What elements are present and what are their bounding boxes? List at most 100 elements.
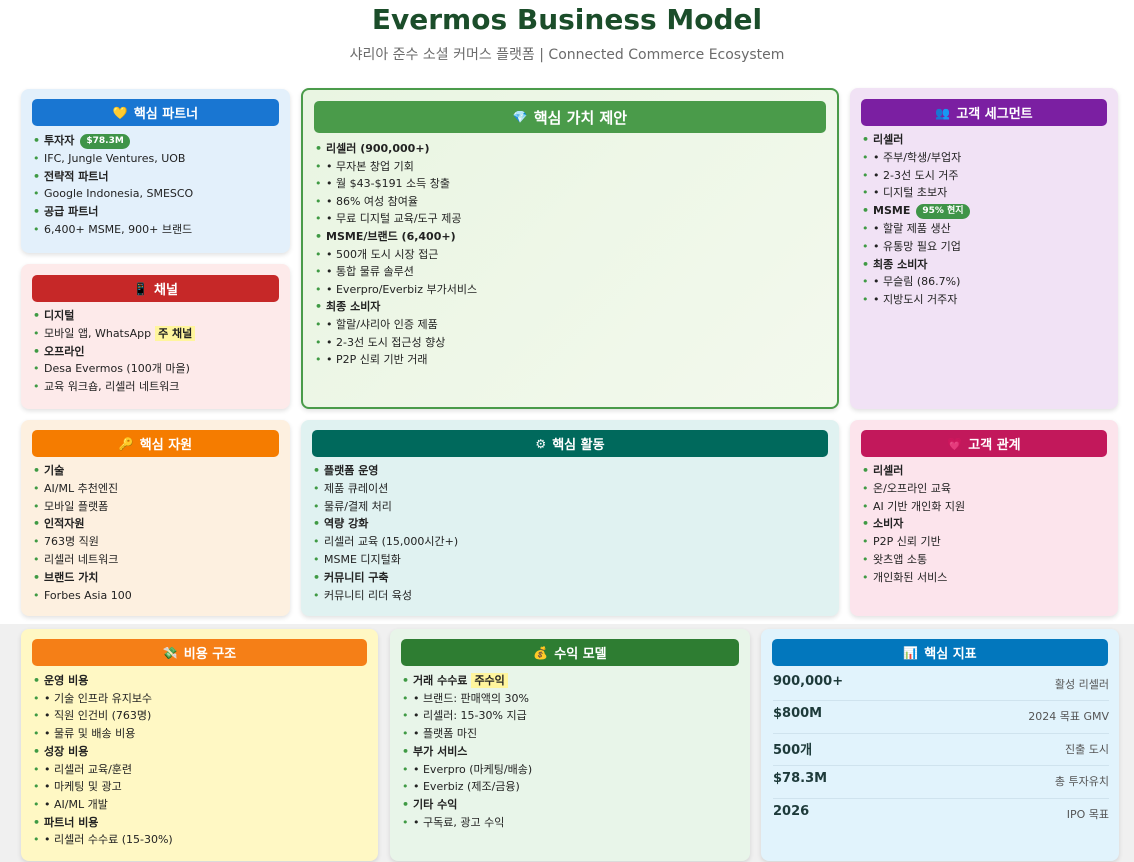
list-item: • 리셀러 교육/훈련 (33, 761, 368, 779)
metric-value: $800M (773, 706, 823, 722)
key-activities-card: ⚙ 핵심 활동플랫폼 운영제품 큐레이션물류/결제 처리역량 강화리셀러 교육 (… (301, 420, 839, 616)
list-item: 부가 서비스 (402, 743, 740, 761)
page-subtitle: 샤리아 준수 소셜 커머스 플랫폼 | Connected Commerce E… (349, 47, 785, 63)
key-metrics-card: 📊 핵심 지표 900,000+ 활성 리셀러 $800M 2024 목표 GMV 500개… (761, 629, 1119, 861)
list-item: • 무자본 창업 기회 (315, 158, 827, 176)
metrics-header: 📊 핵심 지표 (772, 639, 1108, 666)
list-item: 리셀러 네트워크 (33, 551, 280, 569)
resources-list: 기술AI/ML 추천엔진모바일 플랫폼인적자원763명 직원리셀러 네트워크브랜… (33, 462, 280, 604)
activities-list: 플랫폼 운영제품 큐레이션물류/결제 처리역량 강화리셀러 교육 (15,000… (313, 462, 829, 604)
segments-title: 고객 세그먼트 (956, 107, 1033, 122)
handshake-icon: 💛 (112, 105, 128, 120)
channels-header: 📱 채널 (32, 275, 279, 302)
metric-label: IPO 목표 (1066, 807, 1109, 821)
resources-header: 🔑 핵심 자원 (32, 430, 279, 457)
list-item: 리셀러 교육 (15,000시간+) (313, 533, 829, 551)
list-item: • 2-3선 도시 접근성 향상 (315, 334, 827, 352)
list-item: • Everpro (마케팅/배송) (402, 761, 740, 779)
list-item: 리셀러 (862, 131, 1108, 149)
segments-header: 👥 고객 세그먼트 (861, 99, 1107, 126)
list-item: MSME95% 현지 (862, 202, 1108, 220)
page-title: Evermos Business Model (371, 3, 763, 36)
list-item: 리셀러 (900,000+) (315, 140, 827, 158)
list-item: 소비자 (862, 515, 1108, 533)
metric-value: $78.3M (773, 771, 828, 787)
customer-segments-card: 👥 고객 세그먼트리셀러• 주부/학생/부업자• 2-3선 도시 거주• 디지털 … (850, 88, 1118, 409)
metric-value: 900,000+ (773, 674, 844, 689)
cost-structure-card: 💸비용 구조운영 비용• 기술 인프라 유지보수• 직원 인건비 (763명)•… (21, 629, 378, 861)
customer-relationships-card: 💗 고객 관계리셀러온/오프라인 교육AI 기반 개인화 지원소비자P2P 신뢰 … (850, 420, 1118, 616)
list-item: • 플랫폼 마진 (402, 725, 740, 743)
list-item: 공급 파트너 (33, 203, 280, 221)
list-item: 인적자원 (33, 515, 280, 533)
partners-title: 핵심 파트너 (133, 107, 199, 122)
list-item: • 통합 물류 솔루션 (315, 263, 827, 281)
list-item: 모바일 앱, WhatsApp주 채널 (33, 325, 280, 343)
money-bag-icon: 💰 (533, 645, 549, 660)
metric-label: 활성 리셀러 (1054, 678, 1109, 691)
metric-value: 2026 (773, 803, 810, 819)
list-item: • 기술 인프라 유지보수 (33, 690, 368, 708)
metric-label: 2024 목표 GMV (1028, 710, 1109, 724)
money-icon: 💸 (162, 645, 178, 660)
metric-label: 진출 도시 (1065, 742, 1109, 756)
list-item: • 디지털 초보자 (862, 184, 1108, 202)
list-item: • 할랄 제품 생산 (862, 220, 1108, 238)
list-item: • 물류 및 배송 비용 (33, 725, 368, 743)
list-item: 플랫폼 운영 (313, 462, 829, 480)
list-item: • 2-3선 도시 거주 (862, 167, 1108, 185)
highlight-tag: 주 채널 (155, 325, 196, 341)
value-title: 핵심 가치 제안 (533, 108, 628, 127)
list-item: 파트너 비용 (33, 814, 368, 832)
key-partners-card: 💛 핵심 파트너투자자$78.3MIFC, Jungle Ventures, UO… (21, 89, 290, 253)
list-item: 전략적 파트너 (33, 168, 280, 186)
list-item: 763명 직원 (33, 533, 280, 551)
metric-row: 500개 진출 도시 (773, 734, 1109, 767)
gem-icon: 💎 (512, 110, 528, 124)
list-item: • 구독료, 광고 수익 (402, 814, 740, 832)
revenue-model-card: 💰 수익 모델거래 수수료주수익• 브랜드: 판매액의 30%• 리셀러: 15-… (390, 629, 750, 861)
metric-row: 2026 IPO 목표 (773, 799, 1109, 831)
relations-header: 💗 고객 관계 (861, 430, 1107, 457)
channels-card: 📱 채널디지털모바일 앱, WhatsApp주 채널오프라인Desa Evermo… (21, 264, 290, 409)
list-item: • AI/ML 개발 (33, 796, 368, 814)
partners-header: 💛 핵심 파트너 (32, 99, 279, 126)
metric-value: 500개 (773, 742, 813, 758)
list-item: • 마케팅 및 광고 (33, 778, 368, 796)
list-item: • 리셀러 수수료 (15-30%) (33, 831, 368, 849)
highlight-tag: 주수익 (471, 673, 508, 688)
relations-list: 리셀러온/오프라인 교육AI 기반 개인화 지원소비자P2P 신뢰 기반왓츠앱 … (862, 462, 1108, 587)
metrics-title: 핵심 지표 (924, 647, 977, 662)
list-item: 왓츠앱 소통 (862, 551, 1108, 569)
list-item: 커뮤니티 구축 (313, 569, 829, 587)
stat-badge: $78.3M (80, 134, 130, 149)
revenue-title: 수익 모델 (554, 647, 607, 662)
mobile-phone-icon: 📱 (133, 281, 149, 296)
list-item: Desa Evermos (100개 마을) (33, 360, 280, 378)
list-item: 기술 (33, 462, 280, 480)
list-item: MSME/브랜드 (6,400+) (315, 228, 827, 246)
list-item: 디지털 (33, 307, 280, 325)
activities-title: 핵심 활동 (552, 438, 605, 453)
list-item: • 무슬림 (86.7%) (862, 273, 1108, 291)
list-item: • P2P 신뢰 기반 거래 (315, 351, 827, 369)
revenue-list: 거래 수수료주수익• 브랜드: 판매액의 30%• 리셀러: 15-30% 지급… (402, 672, 740, 831)
partners-list: 투자자$78.3MIFC, Jungle Ventures, UOB전략적 파트… (33, 132, 280, 239)
list-item: P2P 신뢰 기반 (862, 533, 1108, 551)
list-item: 성장 비용 (33, 743, 368, 761)
list-item: 커뮤니티 리더 육성 (313, 587, 829, 605)
list-item: • 지방도시 거주자 (862, 291, 1108, 309)
list-item: 브랜드 가치 (33, 569, 280, 587)
list-item: • 리셀러: 15-30% 지급 (402, 707, 740, 725)
list-item: 운영 비용 (33, 672, 368, 690)
list-item: 온/오프라인 교육 (862, 480, 1108, 498)
metrics-list: 900,000+ 활성 리셀러 $800M 2024 목표 GMV 500개 진출 도시 $… (773, 669, 1109, 831)
metric-row: $800M 2024 목표 GMV (773, 701, 1109, 734)
revenue-header: 💰 수익 모델 (401, 639, 739, 666)
list-item: 최종 소비자 (862, 256, 1108, 274)
list-item: Google Indonesia, SMESCO (33, 185, 280, 203)
list-item: • 무료 디지털 교육/도구 제공 (315, 210, 827, 228)
header: Evermos Business Model 샤리아 준수 소셜 커머스 플랫폼… (0, 0, 1134, 80)
list-item: 모바일 플랫폼 (33, 498, 280, 516)
resources-title: 핵심 자원 (139, 438, 193, 453)
